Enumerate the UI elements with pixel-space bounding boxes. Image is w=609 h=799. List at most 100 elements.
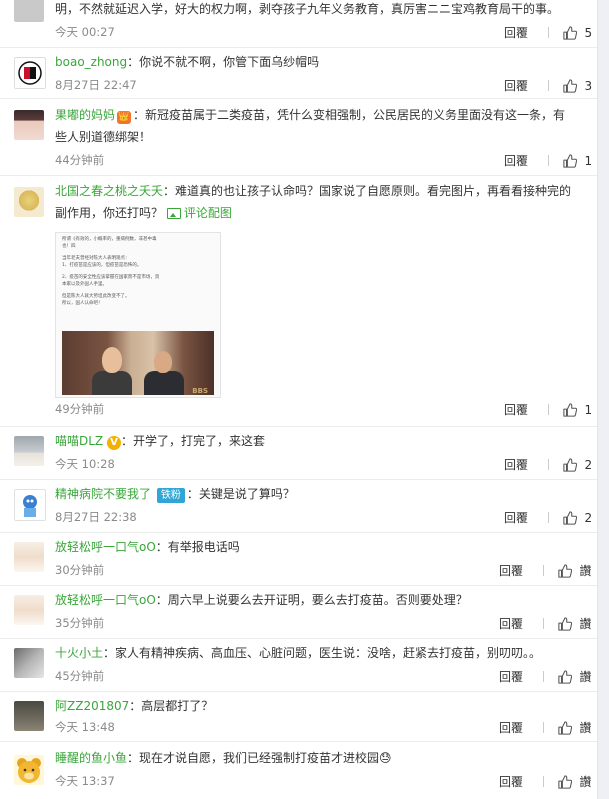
reply-button[interactable]: 回覆 [504, 509, 528, 526]
reply-button[interactable]: 回覆 [499, 668, 523, 685]
comment-time: 8月27日 22:47 [55, 78, 137, 92]
reply-button[interactable]: 回覆 [504, 152, 528, 169]
like-count: 5 [584, 25, 593, 40]
comment-time: 8月27日 22:38 [55, 510, 137, 524]
comment-item: 阿ZZ201807：高层都打了？ 今天 13:48 回覆 讚 [0, 691, 597, 742]
comment-item: 睡醒的鱼小鱼：现在才说自愿，我们已经强制打疫苗才进校园😓 今天 13:37 回覆… [0, 741, 597, 799]
comment-text: 精神病院不要我了 铁粉 ：关键是说了算吗？ [55, 487, 295, 503]
comment-text: 明，不然就延迟入学，好大的权力啊，剥夺孩子九年义务教育，真厉害ニニ宝鸡教育局干的… [55, 2, 560, 16]
user-avatar[interactable] [14, 595, 44, 625]
comment-actions: 回覆 2 [504, 509, 592, 526]
comment-item: 精神病院不要我了 铁粉 ：关键是说了算吗？ 8月27日 22:38 回覆 2 [0, 479, 597, 533]
user-avatar[interactable] [14, 542, 44, 572]
divider [542, 671, 544, 682]
thumbs-up-icon[interactable] [563, 153, 577, 168]
reply-button[interactable]: 回覆 [499, 773, 523, 790]
comment-text: 喵喵DLZ V ：开学了，打完了，来这套 [55, 434, 265, 450]
username[interactable]: 放轻松呼一口气oO [55, 593, 156, 607]
thumbs-up-icon[interactable] [563, 457, 577, 472]
reply-button[interactable]: 回覆 [504, 77, 528, 94]
thumbs-up-icon[interactable] [563, 510, 577, 525]
thumbs-up-icon[interactable] [558, 669, 572, 684]
attachment-watermark: BBS [192, 387, 208, 395]
bear-avatar-icon [17, 758, 41, 783]
comment-time: 今天 00:27 [55, 25, 115, 39]
verified-badge-icon: V [106, 436, 121, 450]
comment-actions: 回覆 2 [504, 456, 592, 473]
comment-item: 放轻松呼一口气oO：周六早上说要么去开证明，要么去打疫苗。否则要处理？ 35分钟… [0, 585, 597, 639]
divider [547, 80, 549, 91]
user-avatar[interactable] [14, 436, 44, 466]
like-count: 3 [584, 78, 593, 93]
thumbs-up-icon[interactable] [558, 616, 572, 631]
thumbs-up-icon[interactable] [563, 78, 577, 93]
comment-actions: 回覆 3 [504, 77, 593, 94]
thumbs-up-icon[interactable] [563, 402, 577, 417]
honor-badge-icon: 👑 [117, 111, 132, 124]
comment-item: 喵喵DLZ V ：开学了，打完了，来这套 今天 10:28 回覆 2 [0, 426, 597, 480]
username[interactable]: 果嘟的妈妈 [55, 108, 115, 122]
comment-actions: 回覆 讚 [499, 719, 592, 735]
comment-actions: 回覆 讚 [499, 773, 592, 789]
user-avatar[interactable] [14, 57, 46, 89]
reply-button[interactable]: 回覆 [499, 562, 523, 579]
thumbs-up-icon[interactable] [563, 25, 577, 40]
user-avatar[interactable] [14, 0, 44, 22]
user-avatar[interactable] [14, 648, 44, 678]
scrollbar[interactable] [598, 0, 609, 799]
user-avatar[interactable] [14, 489, 46, 521]
sweat-emoji-icon: 😓 [379, 751, 392, 765]
fan-badge: 铁粉 [156, 488, 185, 503]
thumbs-up-icon[interactable] [558, 720, 572, 735]
comment-text: boao_zhong：你说不就不啊，你管下面乌纱帽吗 [55, 55, 320, 69]
reply-button[interactable]: 回覆 [504, 401, 528, 418]
reply-button[interactable]: 回覆 [499, 719, 523, 736]
thumbs-up-icon[interactable] [558, 774, 572, 789]
like-count: 1 [584, 153, 593, 168]
comment-item: 明，不然就延迟入学，好大的权力啊，剥夺孩子九年义务教育，真厉害ニニ宝鸡教育局干的… [0, 0, 597, 48]
divider [542, 776, 544, 787]
reply-button[interactable]: 回覆 [504, 24, 528, 41]
username[interactable]: 放轻松呼一口气oO [55, 540, 156, 554]
comment-item: 果嘟的妈妈 👑 ：新冠疫苗属于二类疫苗，凭什么变相强制，公民居民的义务里面没有这一条… [0, 98, 597, 176]
comment-text: 阿ZZ201807：高层都打了？ [55, 699, 214, 713]
username[interactable]: 精神病院不要我了 [55, 487, 151, 501]
comment-actions: 回覆 1 [504, 152, 593, 169]
divider [542, 722, 544, 733]
divider [542, 565, 544, 576]
comment-text: 放轻松呼一口气oO：有举报电话吗 [55, 540, 240, 554]
comment-feed: 明，不然就延迟入学，好大的权力啊，剥夺孩子九年义务教育，真厉害ニニ宝鸡教育局干的… [0, 0, 598, 799]
username[interactable]: boao_zhong [55, 55, 127, 69]
like-label[interactable]: 讚 [580, 615, 592, 632]
comment-actions: 回覆 讚 [499, 668, 592, 684]
view-comment-picture-link[interactable]: 评论配图 [166, 206, 232, 220]
username[interactable]: 睡醒的鱼小鱼 [55, 751, 127, 765]
username[interactable]: 十火小土 [55, 646, 103, 660]
attachment-text: 所谓《有效的，小概率的，重病例数，非甚中毒 也！四 当年老夫曾经对陈大人表明观点… [62, 237, 160, 306]
like-label[interactable]: 讚 [580, 562, 592, 579]
user-avatar[interactable] [14, 701, 44, 731]
like-label[interactable]: 讚 [580, 668, 592, 685]
comment-time: 45分钟前 [55, 669, 105, 683]
divider [547, 404, 549, 415]
picture-icon [166, 208, 181, 219]
reply-button[interactable]: 回覆 [504, 456, 528, 473]
divider [547, 512, 549, 523]
user-avatar[interactable] [14, 110, 44, 140]
attachment-photo: BBS [62, 331, 214, 395]
user-avatar[interactable] [14, 187, 44, 217]
thumbs-up-icon[interactable] [558, 563, 572, 578]
username[interactable]: 喵喵DLZ [55, 434, 103, 448]
comment-attachment-image[interactable]: 所谓《有效的，小概率的，重病例数，非甚中毒 也！四 当年老夫曾经对陈大人表明观点… [55, 232, 221, 398]
comment-actions: 回覆 讚 [499, 615, 592, 631]
username[interactable]: 北国之春之桃之夭夭 [55, 184, 163, 198]
divider [547, 155, 549, 166]
user-avatar[interactable] [14, 755, 44, 785]
avatar-character-icon [23, 495, 37, 517]
comment-text: 十火小土：家人有精神疾病、高血压、心脏问题，医生说：没啥，赶紧去打疫苗，别叨叨。… [55, 646, 542, 660]
comment-time: 今天 13:37 [55, 774, 115, 788]
like-label[interactable]: 讚 [580, 773, 592, 790]
like-label[interactable]: 讚 [580, 719, 592, 736]
username[interactable]: 阿ZZ201807 [55, 699, 129, 713]
reply-button[interactable]: 回覆 [499, 615, 523, 632]
